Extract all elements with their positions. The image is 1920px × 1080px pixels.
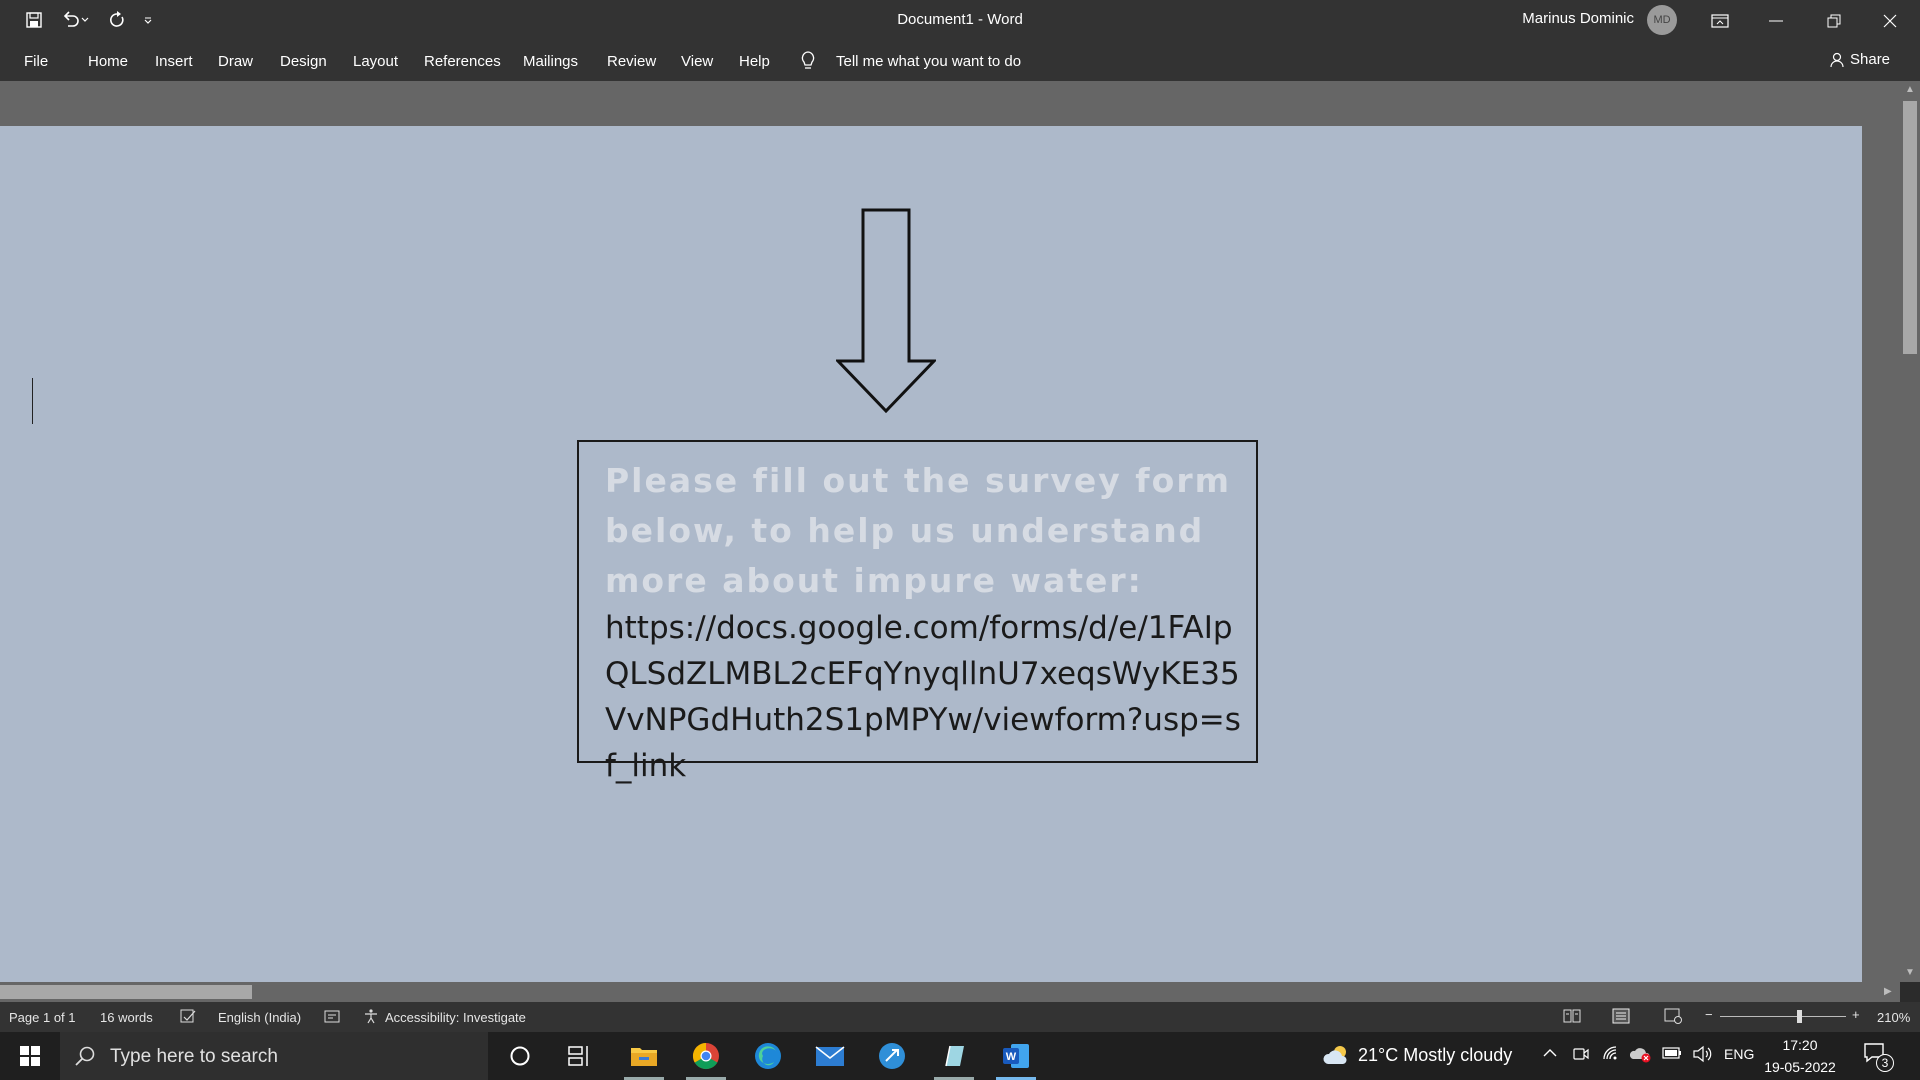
onedrive-error-icon[interactable] — [1630, 1045, 1652, 1063]
close-icon[interactable] — [1862, 0, 1918, 41]
tell-me-search[interactable]: Tell me what you want to do — [836, 53, 1021, 70]
cloud-icon — [1322, 1044, 1350, 1066]
tab-help[interactable]: Help — [739, 53, 770, 70]
proofing-icon[interactable] — [180, 1008, 196, 1024]
avatar[interactable]: MD — [1647, 5, 1677, 35]
tab-draw[interactable]: Draw — [218, 53, 253, 70]
document-canvas[interactable]: Please fill out the survey form below, t… — [0, 81, 1900, 982]
zoom-slider[interactable] — [1720, 1016, 1846, 1017]
status-bar: Page 1 of 1 16 words English (India) Acc… — [0, 1002, 1920, 1032]
web-layout-icon[interactable] — [1664, 1008, 1682, 1024]
share-button[interactable]: Share — [1830, 51, 1890, 68]
lightbulb-icon[interactable] — [800, 51, 816, 71]
notifications-icon[interactable]: 3 — [1862, 1040, 1896, 1074]
tab-view[interactable]: View — [681, 53, 713, 70]
tab-mailings[interactable]: Mailings — [523, 53, 578, 70]
tab-layout[interactable]: Layout — [353, 53, 398, 70]
person-icon — [1830, 52, 1846, 68]
battery-icon[interactable] — [1662, 1046, 1682, 1060]
taskbar-search[interactable]: Type here to search — [60, 1032, 488, 1080]
windows-start-icon[interactable] — [2, 1032, 58, 1080]
down-arrow-shape[interactable] — [836, 208, 936, 413]
share-label: Share — [1850, 51, 1891, 68]
survey-link-text[interactable]: https://docs.google.com/forms/d/e/1FAIpQ… — [605, 605, 1245, 789]
zoom-out-button[interactable]: − — [1705, 1007, 1713, 1022]
tab-references[interactable]: References — [424, 53, 501, 70]
task-view-icon[interactable] — [552, 1032, 608, 1080]
accessibility-status[interactable]: Accessibility: Investigate — [385, 1010, 526, 1025]
tab-design[interactable]: Design — [280, 53, 327, 70]
survey-heading-text: Please fill out the survey form below, t… — [605, 461, 1231, 600]
scroll-up-icon[interactable]: ▲ — [1905, 84, 1915, 95]
weather-widget[interactable]: 21°C Mostly cloudy — [1322, 1044, 1512, 1066]
text-predictions-icon[interactable] — [324, 1008, 340, 1024]
zoom-in-button[interactable]: + — [1852, 1007, 1860, 1022]
title-bar: Document1 - Word Marinus Dominic MD — [0, 0, 1920, 41]
cortana-icon[interactable] — [492, 1032, 548, 1080]
tab-insert[interactable]: Insert — [155, 53, 193, 70]
accessibility-icon[interactable] — [363, 1008, 380, 1025]
customize-toolbar-icon[interactable] — [138, 6, 158, 34]
page-count[interactable]: Page 1 of 1 — [9, 1010, 76, 1025]
tab-review[interactable]: Review — [607, 53, 656, 70]
ribbon-tabs: File Home Insert Draw Design Layout Refe… — [0, 41, 1920, 81]
horizontal-scroll-thumb[interactable] — [0, 985, 252, 999]
windows-taskbar: Type here to search W 21°C Mostly cloudy — [0, 1032, 1920, 1080]
search-icon — [74, 1045, 96, 1067]
ribbon-display-options-icon[interactable] — [1692, 0, 1748, 41]
edge-icon[interactable] — [740, 1032, 796, 1080]
clock-date: 19-05-2022 — [1764, 1059, 1836, 1075]
svg-text:W: W — [1006, 1051, 1017, 1063]
volume-icon[interactable] — [1692, 1045, 1712, 1063]
clock-time: 17:20 — [1782, 1037, 1818, 1053]
zoom-level[interactable]: 210% — [1877, 1010, 1910, 1025]
language-status[interactable]: English (India) — [218, 1010, 301, 1025]
tab-home[interactable]: Home — [88, 53, 128, 70]
user-name[interactable]: Marinus Dominic — [1522, 10, 1634, 27]
redo-icon[interactable] — [102, 6, 132, 34]
notification-count: 3 — [1881, 1056, 1889, 1070]
restore-icon[interactable] — [1806, 0, 1862, 41]
notepad-icon[interactable] — [926, 1032, 982, 1080]
document-page[interactable]: Please fill out the survey form below, t… — [0, 126, 1862, 982]
survey-text-box[interactable]: Please fill out the survey form below, t… — [577, 440, 1258, 784]
save-icon[interactable] — [19, 6, 49, 34]
app-launcher-icon[interactable] — [864, 1032, 920, 1080]
chevron-up-icon[interactable] — [1542, 1045, 1558, 1061]
input-language[interactable]: ENG — [1724, 1046, 1754, 1062]
wifi-icon[interactable] — [1602, 1045, 1620, 1063]
zoom-slider-thumb[interactable] — [1797, 1010, 1802, 1023]
vertical-scroll-thumb[interactable] — [1903, 101, 1917, 354]
mail-icon[interactable] — [802, 1032, 858, 1080]
minimize-icon[interactable] — [1748, 0, 1804, 41]
scroll-right-icon[interactable]: ▶ — [1884, 986, 1892, 997]
read-mode-icon[interactable] — [1563, 1008, 1581, 1024]
chrome-icon[interactable] — [678, 1032, 734, 1080]
text-cursor — [32, 378, 33, 424]
scroll-down-icon[interactable]: ▼ — [1905, 967, 1915, 978]
word-count[interactable]: 16 words — [100, 1010, 153, 1025]
tab-file[interactable]: File — [24, 53, 48, 70]
horizontal-scrollbar[interactable]: ◀ ▶ — [0, 982, 1900, 1002]
file-explorer-icon[interactable] — [616, 1032, 672, 1080]
undo-dropdown-icon[interactable] — [78, 6, 92, 34]
word-icon[interactable]: W — [988, 1032, 1044, 1080]
clock[interactable]: 17:20 19-05-2022 — [1760, 1034, 1840, 1078]
search-placeholder: Type here to search — [110, 1046, 278, 1067]
weather-text: 21°C Mostly cloudy — [1358, 1044, 1513, 1065]
print-layout-icon[interactable] — [1612, 1008, 1630, 1024]
vertical-scrollbar[interactable]: ▲ ▼ — [1900, 81, 1920, 982]
meet-now-icon[interactable] — [1572, 1045, 1590, 1063]
